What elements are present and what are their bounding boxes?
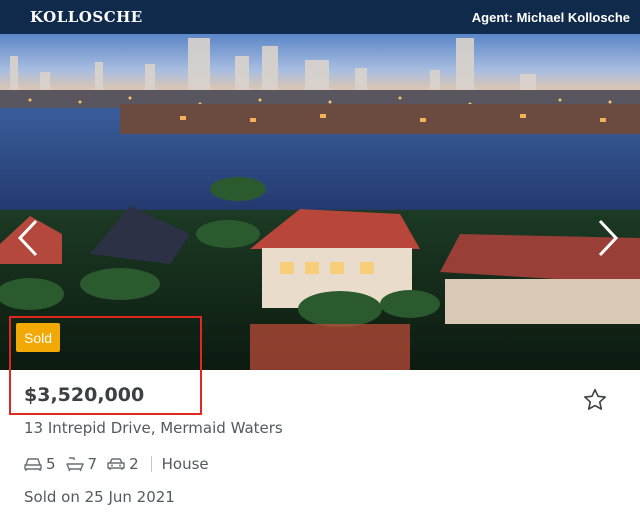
bedrooms: 5 — [24, 455, 56, 473]
bed-icon — [24, 458, 42, 471]
bath-icon — [65, 457, 84, 472]
bedrooms-count: 5 — [46, 455, 56, 473]
listing-price: $3,520,000 — [24, 384, 145, 406]
star-outline-icon[interactable] — [582, 387, 608, 413]
agent-header: KOLLOSCHE Agent: Michael Kollosche — [0, 0, 640, 34]
car-spaces-count: 2 — [129, 455, 139, 473]
chevron-left-icon[interactable] — [14, 218, 42, 258]
property-card[interactable]: KOLLOSCHE Agent: Michael Kollosche Sold … — [0, 0, 640, 529]
agent-name[interactable]: Agent: Michael Kollosche — [472, 10, 630, 25]
brand-logo: KOLLOSCHE — [30, 8, 143, 26]
chevron-right-icon[interactable] — [594, 218, 622, 258]
property-type: House — [161, 455, 209, 473]
car-icon — [107, 458, 125, 470]
bathrooms: 7 — [65, 455, 98, 473]
sold-date: Sold on 25 Jun 2021 — [24, 488, 175, 506]
feature-list: 5 7 2 House — [24, 453, 209, 475]
divider — [150, 456, 152, 472]
listing-address[interactable]: 13 Intrepid Drive, Mermaid Waters — [24, 419, 283, 437]
car-spaces: 2 — [107, 455, 139, 473]
bathrooms-count: 7 — [87, 455, 98, 473]
